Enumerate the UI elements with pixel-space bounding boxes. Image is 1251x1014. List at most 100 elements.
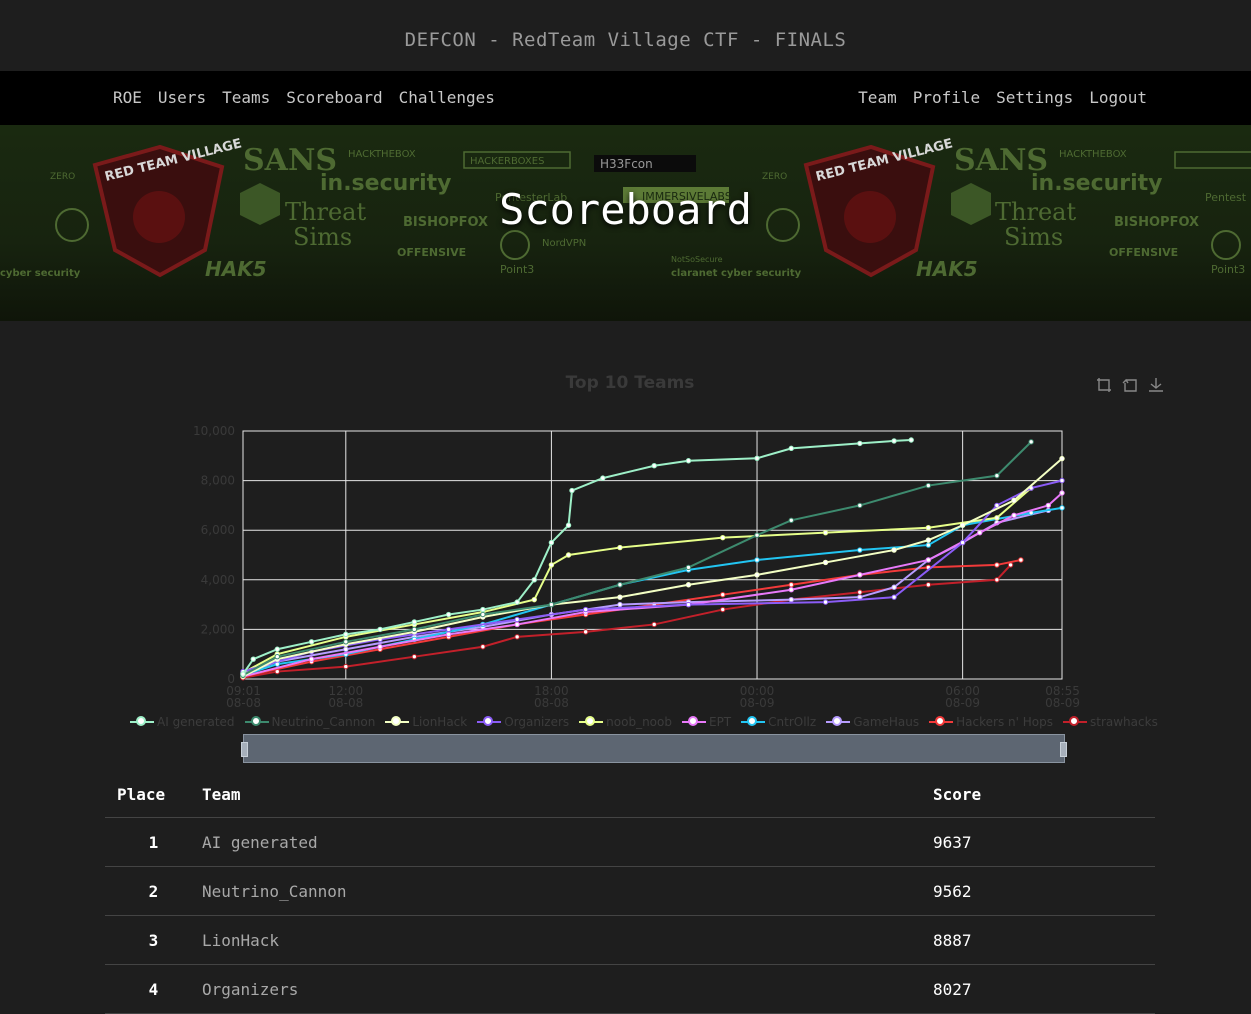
- team-cell: Neutrino_Cannon: [202, 866, 933, 916]
- data-point: [754, 557, 760, 563]
- legend-item[interactable]: LionHack: [385, 715, 467, 729]
- nav-right-group: Team Profile Settings Logout: [858, 88, 1147, 107]
- data-point: [514, 621, 520, 628]
- place-cell: 2: [105, 866, 202, 916]
- score-cell: 8887: [933, 915, 1155, 965]
- legend-label: CntrOllz: [768, 715, 817, 729]
- team-link[interactable]: Organizers: [202, 980, 298, 999]
- data-point: [754, 572, 760, 578]
- legend-marker: [244, 715, 269, 729]
- zoom-handle-start[interactable]: [241, 742, 248, 757]
- data-point: [925, 482, 932, 489]
- data-point: [857, 547, 863, 553]
- data-point: [480, 611, 486, 618]
- place-cell: 4: [105, 964, 202, 1014]
- data-point: [891, 584, 897, 590]
- team-link[interactable]: AI generated: [202, 833, 318, 852]
- score-cell: 9637: [933, 817, 1155, 867]
- data-point: [411, 619, 418, 625]
- table-row: 1 AI generated 9637: [105, 817, 1155, 867]
- svg-text:OFFENSIVE: OFFENSIVE: [1109, 246, 1178, 259]
- data-point: [788, 517, 794, 523]
- data-point: [569, 487, 575, 494]
- nav-roe-link[interactable]: ROE: [113, 88, 142, 107]
- data-point: [514, 616, 520, 623]
- legend-label: EPT: [708, 715, 732, 729]
- nav-settings-link[interactable]: Settings: [996, 88, 1073, 107]
- data-point: [959, 539, 966, 546]
- legend-marker: [130, 715, 154, 729]
- data-point: [685, 582, 692, 588]
- team-link[interactable]: Neutrino_Cannon: [202, 882, 347, 901]
- team-link[interactable]: LionHack: [202, 931, 279, 950]
- data-point: [565, 552, 572, 558]
- y-tick-label: 2,000: [201, 622, 235, 636]
- legend-label: GameHaus: [853, 715, 920, 729]
- sponsor-banner: RED TEAM VILLAGE SANS HACKTHEBOX in.secu…: [0, 125, 1251, 321]
- legend-item[interactable]: AI generated: [130, 715, 235, 729]
- data-point: [1045, 502, 1051, 509]
- table-row: 2 Neutrino_Cannon 9562: [105, 866, 1155, 916]
- svg-text:Point3: Point3: [1211, 263, 1245, 276]
- nav-logout-link[interactable]: Logout: [1089, 88, 1147, 107]
- data-point: [925, 582, 932, 588]
- svg-text:NordVPN: NordVPN: [542, 238, 586, 249]
- legend-item[interactable]: EPT: [681, 715, 732, 729]
- data-point: [1018, 557, 1024, 563]
- data-point: [891, 438, 897, 444]
- data-point: [1059, 477, 1065, 484]
- scoreboard-table: Place Team Score 1 AI generated 9637 2 N…: [105, 771, 1155, 1014]
- data-point: [531, 596, 537, 603]
- data-point: [925, 542, 932, 548]
- legend-item[interactable]: Hackers n' Hops: [929, 715, 1053, 729]
- data-point: [514, 599, 520, 605]
- page-heading: Scoreboard: [499, 185, 752, 234]
- nav-users-link[interactable]: Users: [158, 88, 206, 107]
- data-point: [343, 631, 349, 638]
- data-point: [651, 621, 657, 628]
- zoom-handle-end[interactable]: [1060, 742, 1067, 757]
- nav-team-link[interactable]: Team: [858, 88, 897, 107]
- data-point: [822, 559, 829, 566]
- data-point: [480, 644, 486, 650]
- legend-item[interactable]: Organizers: [477, 715, 569, 729]
- data-point: [720, 534, 726, 541]
- series-line: [242, 441, 1032, 677]
- data-point: [788, 445, 794, 452]
- data-point: [548, 601, 555, 608]
- data-point: [343, 639, 349, 645]
- nav-teams-link[interactable]: Teams: [222, 88, 270, 107]
- legend-label: Organizers: [504, 715, 570, 729]
- data-point: [240, 671, 246, 677]
- nav-profile-link[interactable]: Profile: [913, 88, 980, 107]
- data-point: [582, 606, 589, 613]
- data-point: [925, 537, 932, 543]
- data-point: [250, 656, 256, 662]
- data-point: [720, 591, 726, 598]
- data-point: [1011, 512, 1017, 519]
- legend-item[interactable]: Neutrino_Cannon: [244, 715, 375, 729]
- data-point: [857, 440, 863, 447]
- svg-text:ZERO: ZERO: [762, 172, 787, 182]
- team-header: Team: [202, 771, 933, 818]
- svg-text:HAK5: HAK5: [916, 257, 978, 281]
- data-point: [1059, 490, 1065, 496]
- nav-scoreboard-link[interactable]: Scoreboard: [286, 88, 382, 107]
- data-point: [343, 646, 349, 652]
- legend-item[interactable]: strawhacks: [1063, 715, 1158, 729]
- chart-zoom-slider[interactable]: [241, 734, 1067, 763]
- y-tick-label: 10,000: [193, 424, 235, 438]
- x-tick-date-label: 08-09: [740, 696, 775, 710]
- legend-label: Hackers n' Hops: [956, 715, 1053, 729]
- data-point: [822, 529, 829, 536]
- legend-item[interactable]: noob_noob: [579, 715, 672, 729]
- data-point: [617, 601, 623, 608]
- series-line: [242, 564, 1012, 679]
- legend-item[interactable]: GameHaus: [826, 715, 919, 729]
- data-point: [445, 631, 452, 638]
- nav-challenges-link[interactable]: Challenges: [399, 88, 495, 107]
- data-point: [994, 472, 1000, 479]
- legend-item[interactable]: CntrOllz: [741, 715, 816, 729]
- svg-text:cyber security: cyber security: [0, 268, 81, 279]
- data-point: [445, 611, 452, 618]
